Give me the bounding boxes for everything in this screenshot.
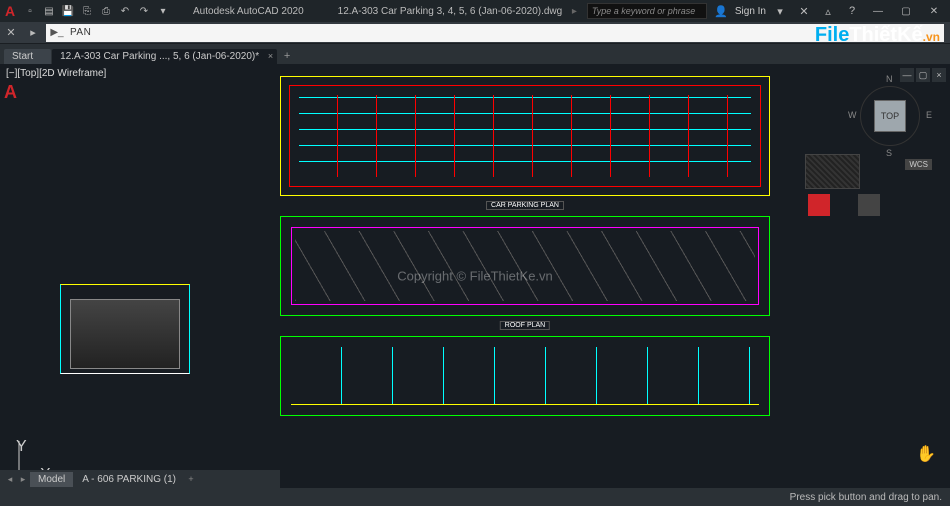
qat-save-icon[interactable]: 💾 (59, 2, 77, 20)
tab-start-label: Start (12, 51, 33, 62)
status-message: Press pick button and drag to pan. (790, 492, 950, 503)
app-menu-button[interactable]: A (0, 1, 20, 21)
plan2-title: ROOF PLAN (500, 321, 550, 330)
qat-new-icon[interactable]: ▫ (21, 2, 39, 20)
viewcube-s[interactable]: S (886, 148, 892, 158)
tab-layout1[interactable]: A - 606 PARKING (1) (74, 472, 184, 487)
plan1-title: CAR PARKING PLAN (486, 201, 564, 210)
command-bar: ✕ ▸ ▶_ PAN (0, 22, 950, 44)
tab-document-1[interactable]: 12.A-303 Car Parking ..., 5, 6 (Jan-06-2… (52, 49, 277, 64)
qat-saveas-icon[interactable]: ⎘ (78, 2, 96, 20)
ribbon-expand-icon[interactable]: ▸ (24, 24, 42, 42)
app-title: Autodesk AutoCAD 2020 (193, 6, 304, 17)
qat-open-icon[interactable]: ▤ (40, 2, 58, 20)
help-icon[interactable]: ? (842, 2, 862, 20)
detail-drawing (60, 284, 190, 374)
layout-next-icon[interactable]: ▸ (17, 474, 29, 485)
viewcube[interactable]: TOP N S E W (850, 76, 930, 156)
plan-roof: ROOF PLAN (280, 216, 770, 316)
title-bar: A ▫ ▤ 💾 ⎘ ⎙ ↶ ↷ ▾ Autodesk AutoCAD 2020 … (0, 0, 950, 22)
pan-cursor-icon: ✋ (916, 444, 936, 464)
autodesk-app-icon[interactable]: ▾ (770, 2, 790, 20)
new-tab-button[interactable]: + (278, 48, 296, 64)
ucs-y-label: Y (16, 438, 27, 456)
command-text: PAN (70, 27, 91, 38)
viewcube-face[interactable]: TOP (874, 100, 906, 132)
autocad-badge-icon: A (4, 82, 17, 103)
command-prompt-icon: ▶_ (50, 26, 64, 40)
nav-tool-icon-2[interactable] (858, 194, 880, 216)
command-input[interactable]: ▶_ PAN (46, 24, 944, 42)
tab-model[interactable]: Model (30, 472, 73, 487)
nav-tool-icon-1[interactable] (808, 194, 830, 216)
site-watermark: FileThiếtKế.vn (815, 24, 940, 47)
plan-carparking: CAR PARKING PLAN (280, 76, 770, 196)
wcs-label[interactable]: WCS (905, 159, 932, 170)
nav-thumbnail[interactable] (805, 154, 860, 189)
close-button[interactable]: ✕ (922, 2, 946, 20)
tab-doc1-label: 12.A-303 Car Parking ..., 5, 6 (Jan-06-2… (60, 51, 259, 62)
maximize-button[interactable]: ▢ (894, 2, 918, 20)
qat-undo-icon[interactable]: ↶ (116, 2, 134, 20)
qat-redo-icon[interactable]: ↷ (135, 2, 153, 20)
plan-section (280, 336, 770, 416)
copyright-watermark: Copyright © FileThietKe.vn (397, 269, 553, 284)
layout-tabs: ◂ ▸ Model A - 606 PARKING (1) + (0, 470, 280, 488)
tab-start[interactable]: Start (4, 49, 51, 64)
signin-label[interactable]: Sign In (735, 6, 766, 17)
status-bar: Press pick button and drag to pan. (0, 488, 950, 506)
help-search-input[interactable]: Type a keyword or phrase (587, 3, 707, 19)
viewcube-n[interactable]: N (886, 74, 893, 84)
tab-close-icon[interactable]: × (268, 51, 273, 61)
layout-add-icon[interactable]: + (185, 474, 197, 484)
drawing-viewport[interactable]: [−][Top][2D Wireframe] A — ▢ × TOP N S E… (0, 64, 950, 488)
minimize-button[interactable]: — (866, 2, 890, 20)
document-tabs: Start 12.A-303 Car Parking ..., 5, 6 (Ja… (0, 44, 950, 64)
exchange-icon[interactable]: ✕ (794, 2, 814, 20)
viewport-label[interactable]: [−][Top][2D Wireframe] (6, 68, 106, 79)
ribbon-close-icon[interactable]: ✕ (2, 24, 20, 42)
viewcube-e[interactable]: E (926, 110, 932, 120)
qat-dropdown-icon[interactable]: ▾ (154, 2, 172, 20)
file-name: 12.A-303 Car Parking 3, 4, 5, 6 (Jan-06-… (338, 6, 563, 17)
cloud-icon[interactable]: ▵ (818, 2, 838, 20)
signin-icon[interactable]: 👤 (711, 2, 731, 20)
layout-prev-icon[interactable]: ◂ (4, 474, 16, 485)
viewcube-w[interactable]: W (848, 110, 857, 120)
vp-close-icon[interactable]: × (932, 68, 946, 82)
qat-plot-icon[interactable]: ⎙ (97, 2, 115, 20)
